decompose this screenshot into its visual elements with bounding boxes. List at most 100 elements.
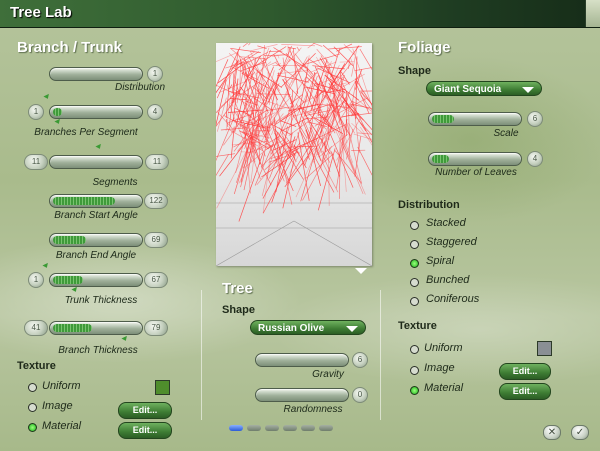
foliage-uniform-color-swatch[interactable]	[537, 341, 552, 356]
distribution-bunched-label: Bunched	[426, 274, 470, 286]
tree-preview-viewport[interactable]	[216, 43, 372, 266]
branch-thickness-min: 41	[24, 320, 48, 336]
slider-tick-icon	[54, 118, 62, 126]
segments-value: 11	[145, 154, 169, 170]
branch-start-angle-caption: Branch Start Angle	[54, 210, 138, 221]
gravity-slider[interactable]	[255, 353, 349, 367]
tree-preview-drawing	[216, 43, 372, 266]
foliage-texture-material-label: Material	[424, 382, 464, 394]
scale-slider[interactable]	[428, 112, 522, 126]
branch-material-edit-button[interactable]: Edit...	[118, 422, 172, 439]
foliage-shape-label: Shape	[398, 65, 432, 77]
foliage-image-edit-button[interactable]: Edit...	[499, 363, 551, 380]
trunk-thickness-caption: Trunk Thickness	[64, 295, 138, 306]
slider-tick-icon	[43, 93, 51, 101]
distribution-caption: Distribution	[114, 82, 166, 93]
trunk-thickness-slider[interactable]	[49, 273, 143, 287]
preview-branch-lines	[216, 43, 372, 222]
close-icon[interactable]: ✕	[543, 425, 561, 440]
window-title: Tree Lab	[10, 4, 72, 21]
distribution-spiral-radio[interactable]	[410, 259, 419, 268]
column-divider-left	[201, 290, 202, 420]
foliage-texture-material-radio[interactable]	[410, 386, 419, 395]
distribution-spiral-label: Spiral	[426, 255, 455, 267]
branches-per-segment-min: 1	[28, 104, 44, 120]
randomness-slider[interactable]	[255, 388, 349, 402]
slider-fill	[432, 115, 454, 123]
page-dot[interactable]	[283, 425, 297, 431]
distribution-coniferous-radio[interactable]	[410, 297, 419, 306]
distribution-slider[interactable]	[49, 67, 143, 81]
column-divider-right	[380, 290, 381, 420]
page-dot[interactable]	[319, 425, 333, 431]
branch-thickness-caption: Branch Thickness	[58, 345, 138, 356]
number-of-leaves-value: 4	[527, 151, 543, 167]
branch-texture-uniform-label: Uniform	[42, 380, 81, 392]
branch-texture-material-label: Material	[42, 420, 82, 432]
branch-start-angle-slider[interactable]	[49, 194, 143, 208]
number-of-leaves-caption: Number of Leaves	[435, 167, 517, 178]
trunk-thickness-min: 1	[28, 272, 44, 288]
tree-shape-value: Russian Olive	[258, 323, 325, 334]
check-icon[interactable]: ✓	[571, 425, 589, 440]
foliage-texture-image-label: Image	[424, 362, 455, 374]
trunk-thickness-value: 67	[144, 272, 168, 288]
tree-lab-window: Tree Lab Branch / Trunk 1 Distribution 1…	[0, 0, 600, 451]
randomness-caption: Randomness	[283, 404, 343, 415]
title-bar-end	[585, 0, 600, 27]
slider-tick-icon	[121, 335, 129, 343]
chevron-down-icon	[522, 87, 534, 93]
branch-end-angle-slider[interactable]	[49, 233, 143, 247]
segments-min: 11	[24, 154, 48, 170]
foliage-texture-image-radio[interactable]	[410, 366, 419, 375]
slider-fill	[53, 236, 86, 244]
branch-thickness-slider[interactable]	[49, 321, 143, 335]
branches-per-segment-caption: Branches Per Segment	[34, 127, 138, 138]
branch-texture-image-label: Image	[42, 400, 73, 412]
page-dot[interactable]	[247, 425, 261, 431]
slider-tick-icon	[95, 143, 103, 151]
branch-texture-uniform-radio[interactable]	[28, 383, 37, 392]
branch-image-edit-button[interactable]: Edit...	[118, 402, 172, 419]
foliage-heading: Foliage	[398, 39, 451, 56]
slider-fill	[53, 108, 62, 116]
branch-uniform-color-swatch[interactable]	[155, 380, 170, 395]
chevron-down-icon	[346, 326, 358, 332]
foliage-texture-uniform-label: Uniform	[424, 342, 463, 354]
tree-heading: Tree	[222, 280, 253, 297]
branch-texture-label: Texture	[17, 360, 56, 372]
title-bar: Tree Lab	[0, 0, 600, 28]
tree-shape-label: Shape	[222, 304, 256, 316]
gravity-value: 6	[352, 352, 368, 368]
foliage-texture-uniform-radio[interactable]	[410, 345, 419, 354]
foliage-material-edit-button[interactable]: Edit...	[499, 383, 551, 400]
page-dot[interactable]	[229, 425, 243, 431]
branches-per-segment-slider[interactable]	[49, 105, 143, 119]
distribution-staggered-label: Staggered	[426, 236, 477, 248]
branch-end-angle-caption: Branch End Angle	[55, 250, 137, 261]
number-of-leaves-slider[interactable]	[428, 152, 522, 166]
distribution-staggered-radio[interactable]	[410, 240, 419, 249]
slider-fill	[53, 324, 92, 332]
branch-trunk-heading: Branch / Trunk	[17, 39, 123, 56]
scale-caption: Scale	[493, 128, 519, 139]
distribution-bunched-radio[interactable]	[410, 278, 419, 287]
distribution-stacked-label: Stacked	[426, 217, 466, 229]
foliage-distribution-label: Distribution	[398, 199, 460, 211]
distribution-stacked-radio[interactable]	[410, 221, 419, 230]
foliage-texture-label: Texture	[398, 320, 437, 332]
tree-shape-dropdown[interactable]: Russian Olive	[250, 320, 366, 335]
branches-per-segment-value: 4	[147, 104, 163, 120]
branch-thickness-value: 79	[144, 320, 168, 336]
gravity-caption: Gravity	[312, 369, 344, 380]
preview-ground-grid	[216, 202, 372, 266]
page-dot[interactable]	[301, 425, 315, 431]
segments-slider[interactable]	[49, 155, 143, 169]
branch-start-angle-value: 122	[144, 193, 168, 209]
branch-texture-image-radio[interactable]	[28, 403, 37, 412]
preview-menu-arrow-icon[interactable]	[355, 268, 367, 274]
branch-texture-material-radio[interactable]	[28, 423, 37, 432]
segments-caption: Segments	[92, 177, 138, 188]
foliage-shape-dropdown[interactable]: Giant Sequoia	[426, 81, 542, 96]
page-dot[interactable]	[265, 425, 279, 431]
